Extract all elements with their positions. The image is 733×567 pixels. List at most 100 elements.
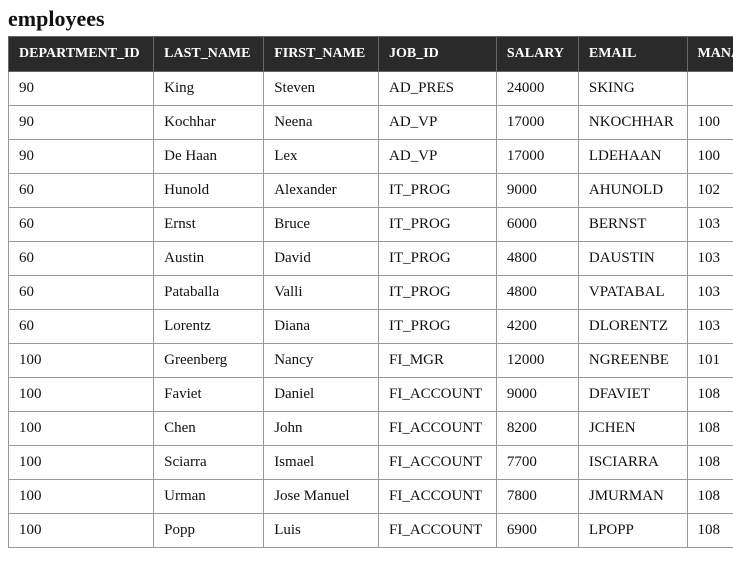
table-row[interactable]: 90De HaanLexAD_VP17000LDEHAAN100 [9, 140, 733, 174]
cell-first-name: Steven [264, 72, 379, 106]
cell-first-name: Valli [264, 276, 379, 310]
cell-first-name: Diana [264, 310, 379, 344]
cell-manager-id: 100 [687, 140, 733, 174]
cell-job-id: AD_PRES [379, 72, 497, 106]
cell-job-id: AD_VP [379, 140, 497, 174]
cell-job-id: IT_PROG [379, 276, 497, 310]
column-header-first-name[interactable]: FIRST_NAME [264, 37, 379, 72]
cell-job-id: IT_PROG [379, 174, 497, 208]
cell-department-id: 60 [9, 310, 154, 344]
cell-department-id: 100 [9, 446, 154, 480]
scroll-viewport[interactable]: employees DEPARTMENT_IDLAST_NAMEFIRST_NA… [0, 0, 733, 567]
cell-email: BERNST [578, 208, 687, 242]
cell-first-name: Daniel [264, 378, 379, 412]
table-row[interactable]: 100SciarraIsmaelFI_ACCOUNT7700ISCIARRA10… [9, 446, 733, 480]
cell-job-id: FI_ACCOUNT [379, 446, 497, 480]
cell-last-name: King [154, 72, 264, 106]
table-row[interactable]: 60HunoldAlexanderIT_PROG9000AHUNOLD102 [9, 174, 733, 208]
cell-salary: 17000 [496, 106, 578, 140]
cell-email: DFAVIET [578, 378, 687, 412]
table-row[interactable]: 90KingStevenAD_PRES24000SKING [9, 72, 733, 106]
table-row[interactable]: 100PoppLuisFI_ACCOUNT6900LPOPP108 [9, 514, 733, 548]
cell-department-id: 60 [9, 276, 154, 310]
cell-first-name: Lex [264, 140, 379, 174]
cell-email: LPOPP [578, 514, 687, 548]
cell-salary: 6900 [496, 514, 578, 548]
cell-first-name: Neena [264, 106, 379, 140]
cell-manager-id: 108 [687, 378, 733, 412]
cell-manager-id: 103 [687, 310, 733, 344]
cell-department-id: 100 [9, 378, 154, 412]
cell-salary: 24000 [496, 72, 578, 106]
cell-email: DAUSTIN [578, 242, 687, 276]
cell-manager-id: 108 [687, 514, 733, 548]
header-row: DEPARTMENT_IDLAST_NAMEFIRST_NAMEJOB_IDSA… [9, 37, 733, 72]
cell-job-id: FI_MGR [379, 344, 497, 378]
table-row[interactable]: 90KochharNeenaAD_VP17000NKOCHHAR100 [9, 106, 733, 140]
cell-first-name: Bruce [264, 208, 379, 242]
cell-email: NKOCHHAR [578, 106, 687, 140]
table-body: 90KingStevenAD_PRES24000SKING90KochharNe… [9, 72, 733, 548]
column-header-manager-id[interactable]: MANAGER_ID [687, 37, 733, 72]
table-row[interactable]: 100UrmanJose ManuelFI_ACCOUNT7800JMURMAN… [9, 480, 733, 514]
table-row[interactable]: 60AustinDavidIT_PROG4800DAUSTIN103 [9, 242, 733, 276]
cell-salary: 4800 [496, 276, 578, 310]
table-row[interactable]: 60PataballaValliIT_PROG4800VPATABAL103 [9, 276, 733, 310]
cell-job-id: FI_ACCOUNT [379, 412, 497, 446]
cell-manager-id [687, 72, 733, 106]
table-row[interactable]: 60ErnstBruceIT_PROG6000BERNST103 [9, 208, 733, 242]
employees-table: DEPARTMENT_IDLAST_NAMEFIRST_NAMEJOB_IDSA… [8, 36, 733, 548]
table-row[interactable]: 60LorentzDianaIT_PROG4200DLORENTZ103 [9, 310, 733, 344]
cell-manager-id: 100 [687, 106, 733, 140]
cell-last-name: Popp [154, 514, 264, 548]
column-header-department-id[interactable]: DEPARTMENT_ID [9, 37, 154, 72]
cell-email: JMURMAN [578, 480, 687, 514]
cell-job-id: IT_PROG [379, 310, 497, 344]
cell-department-id: 100 [9, 480, 154, 514]
cell-last-name: Austin [154, 242, 264, 276]
column-header-job-id[interactable]: JOB_ID [379, 37, 497, 72]
cell-salary: 12000 [496, 344, 578, 378]
cell-department-id: 90 [9, 140, 154, 174]
cell-salary: 4200 [496, 310, 578, 344]
cell-last-name: Greenberg [154, 344, 264, 378]
table-row[interactable]: 100GreenbergNancyFI_MGR12000NGREENBE101 [9, 344, 733, 378]
cell-salary: 7800 [496, 480, 578, 514]
cell-email: ISCIARRA [578, 446, 687, 480]
cell-last-name: Hunold [154, 174, 264, 208]
cell-first-name: Nancy [264, 344, 379, 378]
cell-job-id: IT_PROG [379, 208, 497, 242]
cell-salary: 8200 [496, 412, 578, 446]
column-header-last-name[interactable]: LAST_NAME [154, 37, 264, 72]
table-row[interactable]: 100FavietDanielFI_ACCOUNT9000DFAVIET108 [9, 378, 733, 412]
cell-manager-id: 108 [687, 446, 733, 480]
column-header-email[interactable]: EMAIL [578, 37, 687, 72]
cell-email: LDEHAAN [578, 140, 687, 174]
cell-salary: 9000 [496, 378, 578, 412]
cell-manager-id: 101 [687, 344, 733, 378]
table-title: employees [8, 6, 725, 32]
cell-last-name: Sciarra [154, 446, 264, 480]
cell-first-name: Luis [264, 514, 379, 548]
cell-email: JCHEN [578, 412, 687, 446]
cell-department-id: 100 [9, 344, 154, 378]
cell-manager-id: 108 [687, 480, 733, 514]
cell-last-name: Lorentz [154, 310, 264, 344]
cell-job-id: AD_VP [379, 106, 497, 140]
cell-department-id: 60 [9, 208, 154, 242]
cell-email: VPATABAL [578, 276, 687, 310]
cell-email: SKING [578, 72, 687, 106]
cell-manager-id: 103 [687, 208, 733, 242]
cell-first-name: Alexander [264, 174, 379, 208]
cell-department-id: 60 [9, 242, 154, 276]
cell-department-id: 60 [9, 174, 154, 208]
cell-manager-id: 108 [687, 412, 733, 446]
cell-email: DLORENTZ [578, 310, 687, 344]
cell-department-id: 90 [9, 106, 154, 140]
cell-salary: 4800 [496, 242, 578, 276]
table-head: DEPARTMENT_IDLAST_NAMEFIRST_NAMEJOB_IDSA… [9, 37, 733, 72]
column-header-salary[interactable]: SALARY [496, 37, 578, 72]
cell-last-name: Kochhar [154, 106, 264, 140]
table-row[interactable]: 100ChenJohnFI_ACCOUNT8200JCHEN108 [9, 412, 733, 446]
cell-manager-id: 102 [687, 174, 733, 208]
